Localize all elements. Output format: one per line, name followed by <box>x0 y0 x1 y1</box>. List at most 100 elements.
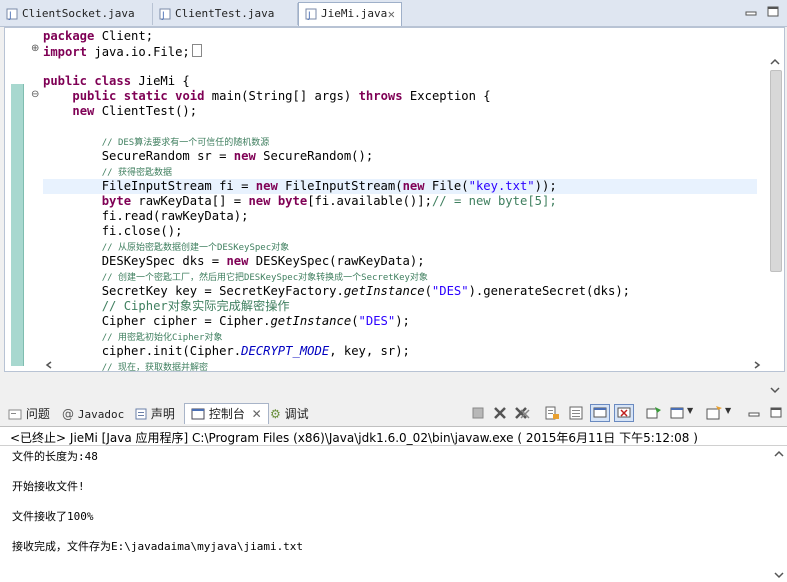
scroll-down-icon[interactable] <box>768 384 782 396</box>
svg-text:J: J <box>307 11 311 20</box>
declaration-icon <box>135 408 147 420</box>
code-token: java.io.File; <box>87 45 190 59</box>
scroll-left-icon[interactable] <box>43 359 55 371</box>
scroll-up-icon[interactable] <box>773 449 785 459</box>
code-line[interactable]: // 用密匙初始化Cipher对象 <box>43 329 223 344</box>
minimize-icon[interactable] <box>746 406 762 420</box>
minimize-icon[interactable] <box>744 6 758 18</box>
close-tab-icon[interactable]: ✕ <box>252 407 262 421</box>
code-line[interactable]: // DES算法要求有一个可信任的随机数源 <box>43 134 270 149</box>
tab-clienttest[interactable]: J ClientTest.java <box>153 3 298 25</box>
code-token: package <box>43 29 95 43</box>
collapsed-region-icon[interactable] <box>191 44 202 57</box>
code-token: SecureRandom(); <box>255 149 374 163</box>
code-text-area[interactable]: package Client; import java.io.File; publi… <box>43 28 757 371</box>
tab-jiemi[interactable]: J JieMi.java ✕ <box>298 2 402 26</box>
code-line[interactable]: SecureRandom sr = new SecureRandom(); <box>43 149 374 164</box>
code-line[interactable]: // Cipher对象实际完成解密操作 <box>43 299 290 314</box>
collapse-fold-icon[interactable]: ⊖ <box>31 90 40 100</box>
scrollbar-thumb[interactable] <box>770 70 782 272</box>
code-line[interactable]: // 获得密匙数据 <box>43 164 172 179</box>
code-line[interactable]: cipher.init(Cipher.DECRYPT_MODE, key, sr… <box>43 344 410 359</box>
code-line[interactable]: import java.io.File; <box>43 44 202 59</box>
code-line[interactable]: fi.read(rawKeyData); <box>43 209 249 224</box>
remove-all-terminated-icon[interactable] <box>514 406 530 420</box>
show-on-error-icon[interactable] <box>614 404 634 422</box>
scroll-up-icon[interactable] <box>768 56 782 68</box>
horizontal-scrollbar[interactable] <box>43 359 763 371</box>
code-token: [fi.available()]; <box>307 194 432 208</box>
clear-console-icon[interactable] <box>544 406 560 420</box>
code-token: class <box>94 74 132 88</box>
console-output[interactable]: <已终止> JieMi [Java 应用程序] C:\Program Files… <box>0 426 787 582</box>
code-token: getInstance <box>343 284 425 298</box>
pin-console-icon[interactable] <box>646 406 662 420</box>
code-token: SecretKey key = SecretKeyFactory. <box>43 284 344 298</box>
vertical-scrollbar[interactable] <box>768 56 782 396</box>
chevron-down-icon[interactable]: ▼ <box>725 406 731 415</box>
scroll-lock-icon[interactable] <box>568 406 584 420</box>
code-token: cipher.init(Cipher. <box>43 344 242 358</box>
maximize-icon[interactable] <box>768 406 784 420</box>
code-line-current[interactable]: FileInputStream fi = new FileInputStream… <box>43 179 757 194</box>
code-token: new <box>226 254 249 268</box>
code-token: ( <box>351 314 359 328</box>
tab-label: 声明 <box>150 407 175 421</box>
code-line[interactable]: SecretKey key = SecretKeyFactory.getInst… <box>43 284 630 299</box>
code-token: "DES" <box>358 314 396 328</box>
tab-clientsocket[interactable]: J ClientSocket.java <box>0 3 153 25</box>
debug-icon: ⚙ <box>270 407 281 421</box>
maximize-icon[interactable] <box>766 6 780 18</box>
scroll-right-icon[interactable] <box>751 359 763 371</box>
expand-fold-icon[interactable]: ⊕ <box>31 44 40 54</box>
code-token: JieMi { <box>131 74 190 88</box>
code-line[interactable]: // 从原始密匙数据创建一个DESKeySpec对象 <box>43 239 289 254</box>
tab-label: 控制台 <box>208 407 245 421</box>
code-token: new <box>233 149 256 163</box>
terminate-icon[interactable] <box>470 406 486 420</box>
code-token: ClientTest(); <box>94 104 198 118</box>
code-line[interactable]: DESKeySpec dks = new DESKeySpec(rawKeyDa… <box>43 254 425 269</box>
close-tab-icon[interactable]: ✕ <box>388 3 395 25</box>
code-line[interactable]: fi.close(); <box>43 224 183 239</box>
code-token: // 从原始密匙数据创建一个DESKeySpec对象 <box>101 243 290 253</box>
code-token: // Cipher对象实际完成解密操作 <box>101 299 290 313</box>
tab-console[interactable]: 控制台 ✕ <box>184 403 269 424</box>
code-token: byte <box>101 194 132 208</box>
code-token: fi.read(rawKeyData); <box>43 209 249 223</box>
display-console-icon[interactable] <box>670 406 686 420</box>
code-token: DESKeySpec(rawKeyData); <box>248 254 425 268</box>
open-console-icon[interactable] <box>706 406 722 420</box>
code-line[interactable]: // 创建一个密匙工厂，然后用它把DESKeySpec对象转换成一个Secret… <box>43 269 428 284</box>
tab-javadoc[interactable]: @ Javadoc <box>62 404 124 424</box>
code-line[interactable]: package Client; <box>43 29 153 44</box>
tab-declaration[interactable]: 声明 <box>135 404 175 424</box>
code-line[interactable]: new ClientTest(); <box>43 104 197 119</box>
eclipse-window: J ClientSocket.java J ClientTest.java J … <box>0 0 787 582</box>
code-token: rawKeyData[] = <box>131 194 249 208</box>
code-line[interactable]: Cipher cipher = Cipher.getInstance("DES"… <box>43 314 410 329</box>
code-token: public <box>72 89 117 103</box>
code-token: byte <box>277 194 308 208</box>
code-editor[interactable]: ⊕ ⊖ package Client; import java.io.File; p… <box>4 27 785 394</box>
code-line[interactable]: public class JieMi { <box>43 74 190 89</box>
remove-launch-icon[interactable] <box>492 406 508 420</box>
scroll-down-icon[interactable] <box>773 570 785 580</box>
code-token: static <box>123 89 168 103</box>
divider <box>0 445 787 446</box>
code-line[interactable]: public static void main(String[] args) t… <box>43 89 490 104</box>
tab-debug[interactable]: ⚙ 调试 <box>270 404 309 424</box>
console-icon <box>191 408 205 420</box>
code-line[interactable]: byte rawKeyData[] = new byte[fi.availabl… <box>43 194 557 209</box>
console-tab-bar: 问题 @ Javadoc 声明 控制台 ✕ ⚙ 调试 ▼ ▼ <box>0 400 787 426</box>
chevron-down-icon[interactable]: ▼ <box>687 406 693 415</box>
code-token: // = new byte[5]; <box>431 194 557 208</box>
tab-problems[interactable]: 问题 <box>8 404 50 424</box>
tab-label: ClientSocket.java <box>22 7 135 20</box>
show-on-output-icon[interactable] <box>590 404 610 422</box>
